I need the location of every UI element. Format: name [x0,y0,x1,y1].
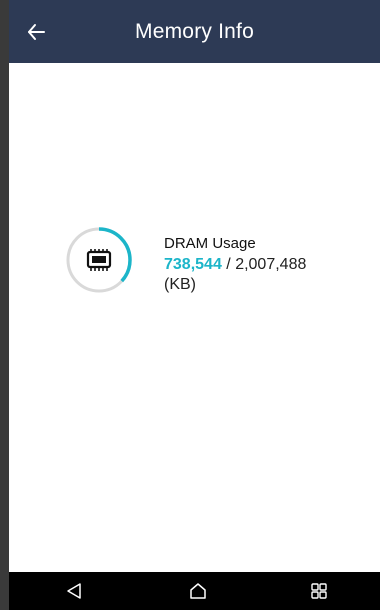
app-bar: Memory Info [9,0,380,63]
main-content: DRAM Usage 738,544 / 2,007,488 (KB) [9,63,380,572]
system-nav-bar [9,572,380,610]
screen-edge [0,0,9,610]
nav-back-button[interactable] [61,579,87,603]
dram-usage-card: DRAM Usage 738,544 / 2,007,488 (KB) [64,223,364,303]
nav-home-icon [190,583,206,599]
back-button[interactable] [21,17,51,47]
nav-home-button[interactable] [185,579,211,603]
page-title: Memory Info [135,20,254,43]
dram-usage-label: DRAM Usage [164,235,256,252]
dram-usage-values: 738,544 / 2,007,488 (KB) [164,255,354,295]
nav-recents-button[interactable] [306,579,332,603]
back-arrow-icon [28,24,45,40]
dram-separator: / [221,256,236,273]
dram-unit: (KB) [164,276,196,293]
dram-total-value: 2,007,488 [235,256,307,273]
nav-recents-icon [311,583,327,599]
dram-used-value: 738,544 [164,256,222,273]
nav-back-icon [67,583,81,599]
memory-chip-icon [86,249,112,271]
dram-usage-gauge [64,225,134,295]
app-window: Memory Info DRAM Usage 738,544 / 2,007,4… [0,0,380,610]
